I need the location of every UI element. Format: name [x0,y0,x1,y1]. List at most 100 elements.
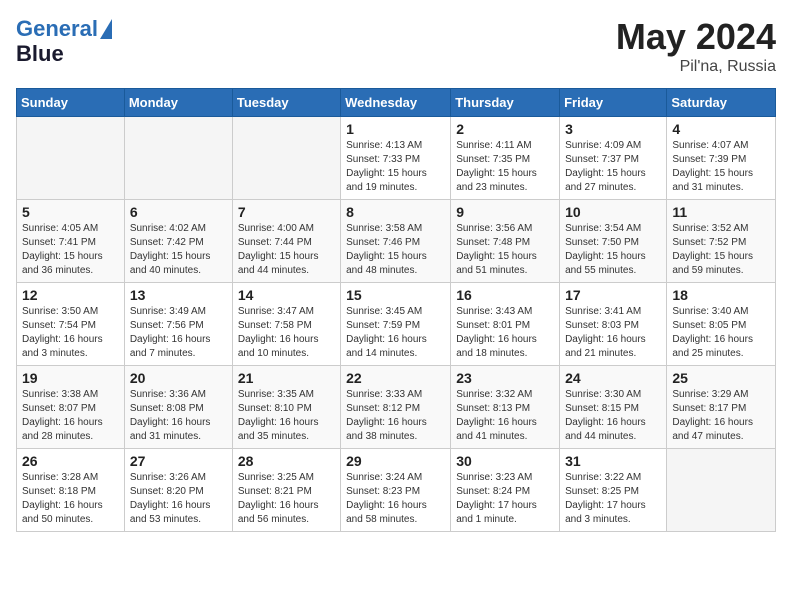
day-cell: 8 Sunrise: 3:58 AMSunset: 7:46 PMDaylight… [341,200,451,283]
day-cell: 7Sunrise: 4:00 AMSunset: 7:44 PMDaylight… [232,200,340,283]
day-number: 25 [672,370,770,386]
day-info: Sunrise: 4:13 AMSunset: 7:33 PMDaylight:… [346,139,445,195]
day-cell: 11 Sunrise: 3:52 AMSunset: 7:52 PMDayligh… [667,200,776,283]
day-info: Sunrise: 3:49 AMSunset: 7:56 PMDaylight:… [130,305,227,361]
weekday-header-sunday: Sunday [17,89,125,117]
page-header: General Blue May 2024 Pil'na, Russia [16,16,776,76]
day-info: Sunrise: 3:23 AMSunset: 8:24 PMDaylight:… [456,471,554,527]
day-info: Sunrise: 3:22 AMSunset: 8:25 PMDaylight:… [565,471,661,527]
day-cell: 29Sunrise: 3:24 AMSunset: 8:23 PMDayligh… [341,449,451,532]
day-cell: 30 Sunrise: 3:23 AMSunset: 8:24 PMDayligh… [451,449,560,532]
day-number: 9 [456,204,554,220]
day-cell: 16 Sunrise: 3:43 AMSunset: 8:01 PMDayligh… [451,283,560,366]
day-cell: 28 Sunrise: 3:25 AMSunset: 8:21 PMDayligh… [232,449,340,532]
week-row-5: 26 Sunrise: 3:28 AMSunset: 8:18 PMDayligh… [17,449,776,532]
day-number: 14 [238,287,335,303]
day-number: 13 [130,287,227,303]
day-number: 5 [22,204,119,220]
day-cell: 4Sunrise: 4:07 AMSunset: 7:39 PMDaylight… [667,117,776,200]
title-block: May 2024 Pil'na, Russia [616,16,776,76]
day-info: Sunrise: 3:52 AMSunset: 7:52 PMDaylight:… [672,222,770,278]
day-cell: 10 Sunrise: 3:54 AMSunset: 7:50 PMDayligh… [560,200,667,283]
day-cell: 3 Sunrise: 4:09 AMSunset: 7:37 PMDaylight… [560,117,667,200]
day-number: 8 [346,204,445,220]
day-number: 6 [130,204,227,220]
day-number: 30 [456,453,554,469]
day-number: 15 [346,287,445,303]
day-cell: 9 Sunrise: 3:56 AMSunset: 7:48 PMDaylight… [451,200,560,283]
weekday-header-row: SundayMondayTuesdayWednesdayThursdayFrid… [17,89,776,117]
day-cell: 2 Sunrise: 4:11 AMSunset: 7:35 PMDaylight… [451,117,560,200]
day-info: Sunrise: 3:38 AMSunset: 8:07 PMDaylight:… [22,388,119,444]
day-number: 16 [456,287,554,303]
day-info: Sunrise: 3:58 AMSunset: 7:46 PMDaylight:… [346,222,445,278]
day-info: Sunrise: 3:47 AMSunset: 7:58 PMDaylight:… [238,305,335,361]
day-info: Sunrise: 4:11 AMSunset: 7:35 PMDaylight:… [456,139,554,195]
day-cell: 1 Sunrise: 4:13 AMSunset: 7:33 PMDaylight… [341,117,451,200]
weekday-header-tuesday: Tuesday [232,89,340,117]
day-number: 21 [238,370,335,386]
day-cell: 23Sunrise: 3:32 AMSunset: 8:13 PMDayligh… [451,366,560,449]
day-cell: 17 Sunrise: 3:41 AMSunset: 8:03 PMDayligh… [560,283,667,366]
logo: General Blue [16,16,112,67]
weekday-header-wednesday: Wednesday [341,89,451,117]
day-number: 24 [565,370,661,386]
day-number: 10 [565,204,661,220]
weekday-header-thursday: Thursday [451,89,560,117]
week-row-1: 1 Sunrise: 4:13 AMSunset: 7:33 PMDaylight… [17,117,776,200]
day-info: Sunrise: 3:32 AMSunset: 8:13 PMDaylight:… [456,388,554,444]
day-info: Sunrise: 4:07 AMSunset: 7:39 PMDaylight:… [672,139,770,195]
weekday-header-friday: Friday [560,89,667,117]
week-row-2: 5 Sunrise: 4:05 AMSunset: 7:41 PMDaylight… [17,200,776,283]
day-info: Sunrise: 4:05 AMSunset: 7:41 PMDaylight:… [22,222,119,278]
day-number: 28 [238,453,335,469]
day-info: Sunrise: 3:25 AMSunset: 8:21 PMDaylight:… [238,471,335,527]
day-cell: 14 Sunrise: 3:47 AMSunset: 7:58 PMDayligh… [232,283,340,366]
day-cell: 25Sunrise: 3:29 AMSunset: 8:17 PMDayligh… [667,366,776,449]
day-cell: 18 Sunrise: 3:40 AMSunset: 8:05 PMDayligh… [667,283,776,366]
day-info: Sunrise: 4:09 AMSunset: 7:37 PMDaylight:… [565,139,661,195]
day-cell: 20 Sunrise: 3:36 AMSunset: 8:08 PMDayligh… [124,366,232,449]
day-number: 20 [130,370,227,386]
day-number: 11 [672,204,770,220]
day-cell [17,117,125,200]
day-info: Sunrise: 3:36 AMSunset: 8:08 PMDaylight:… [130,388,227,444]
day-info: Sunrise: 3:41 AMSunset: 8:03 PMDaylight:… [565,305,661,361]
day-info: Sunrise: 3:56 AMSunset: 7:48 PMDaylight:… [456,222,554,278]
day-info: Sunrise: 3:40 AMSunset: 8:05 PMDaylight:… [672,305,770,361]
day-info: Sunrise: 3:43 AMSunset: 8:01 PMDaylight:… [456,305,554,361]
day-cell: 22Sunrise: 3:33 AMSunset: 8:12 PMDayligh… [341,366,451,449]
calendar-table: SundayMondayTuesdayWednesdayThursdayFrid… [16,88,776,532]
weekday-header-saturday: Saturday [667,89,776,117]
day-info: Sunrise: 4:02 AMSunset: 7:42 PMDaylight:… [130,222,227,278]
day-info: Sunrise: 3:28 AMSunset: 8:18 PMDaylight:… [22,471,119,527]
day-number: 3 [565,121,661,137]
day-cell: 26 Sunrise: 3:28 AMSunset: 8:18 PMDayligh… [17,449,125,532]
day-number: 7 [238,204,335,220]
day-cell [124,117,232,200]
location-title: Pil'na, Russia [616,58,776,76]
day-info: Sunrise: 3:50 AMSunset: 7:54 PMDaylight:… [22,305,119,361]
week-row-3: 12 Sunrise: 3:50 AMSunset: 7:54 PMDayligh… [17,283,776,366]
day-number: 17 [565,287,661,303]
day-number: 19 [22,370,119,386]
day-number: 12 [22,287,119,303]
day-info: Sunrise: 3:54 AMSunset: 7:50 PMDaylight:… [565,222,661,278]
day-cell [667,449,776,532]
day-info: Sunrise: 3:26 AMSunset: 8:20 PMDaylight:… [130,471,227,527]
day-info: Sunrise: 3:45 AMSunset: 7:59 PMDaylight:… [346,305,445,361]
day-cell: 13 Sunrise: 3:49 AMSunset: 7:56 PMDayligh… [124,283,232,366]
day-number: 2 [456,121,554,137]
day-cell: 19 Sunrise: 3:38 AMSunset: 8:07 PMDayligh… [17,366,125,449]
day-number: 26 [22,453,119,469]
day-cell: 15 Sunrise: 3:45 AMSunset: 7:59 PMDayligh… [341,283,451,366]
day-cell: 24Sunrise: 3:30 AMSunset: 8:15 PMDayligh… [560,366,667,449]
day-number: 1 [346,121,445,137]
day-number: 31 [565,453,661,469]
logo-blue: Blue [16,41,112,66]
day-cell [232,117,340,200]
day-number: 27 [130,453,227,469]
day-number: 22 [346,370,445,386]
day-number: 18 [672,287,770,303]
day-number: 29 [346,453,445,469]
